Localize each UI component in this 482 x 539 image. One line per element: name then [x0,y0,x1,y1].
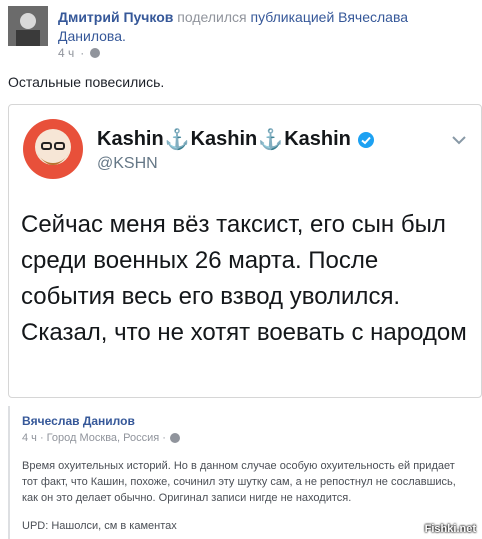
name-part: Kashin [284,128,351,150]
header-line: Дмитрий Пучков поделился публикацией Вяч… [58,8,468,46]
quoted-author-link[interactable]: Вячеслав Данилов [22,414,135,428]
author-link[interactable]: Дмитрий Пучков [58,9,173,25]
name-part: Kashin [190,128,258,150]
tweet-avatar[interactable] [23,119,83,179]
verified-icon [357,131,374,148]
anchor-icon: ⚓ [258,129,284,151]
globe-icon [169,433,180,443]
tweet-text: Сейчас меня вёз таксист, его сын был сре… [21,211,467,346]
avatar[interactable] [8,6,48,46]
action-text: поделился [177,9,247,25]
quoted-update: UPD: Нашолси, см в каментах [22,520,177,532]
timestamp[interactable]: 4 ч [58,46,74,60]
post-meta: 4 ч · [58,46,101,60]
post-text: Остальные повесились. [8,74,165,90]
tweet-author-name[interactable]: Kashin ⚓ Kashin ⚓ Kashin [97,127,375,152]
quoted-body: Время охуительных историй. Но в данном с… [22,460,456,504]
quoted-meta: 4 ч · Город Москва, Россия · [22,432,180,444]
globe-icon [90,48,101,58]
tweet-card[interactable]: Kashin ⚓ Kashin ⚓ Kashin @KSHN Сейчас ме… [8,104,482,398]
quoted-meta-text: 4 ч · Город Москва, Россия · [22,432,166,444]
post-header: Дмитрий Пучков поделился публикацией Вяч… [8,6,474,64]
name-part: Kashin [97,128,164,150]
tweet-handle[interactable]: @KSHN [97,155,158,173]
quoted-post: Вячеслав Данилов 4 ч · Город Москва, Рос… [8,406,482,539]
chevron-down-icon[interactable] [451,135,467,145]
anchor-icon: ⚓ [164,129,190,151]
watermark: Fishki.net [424,523,476,535]
